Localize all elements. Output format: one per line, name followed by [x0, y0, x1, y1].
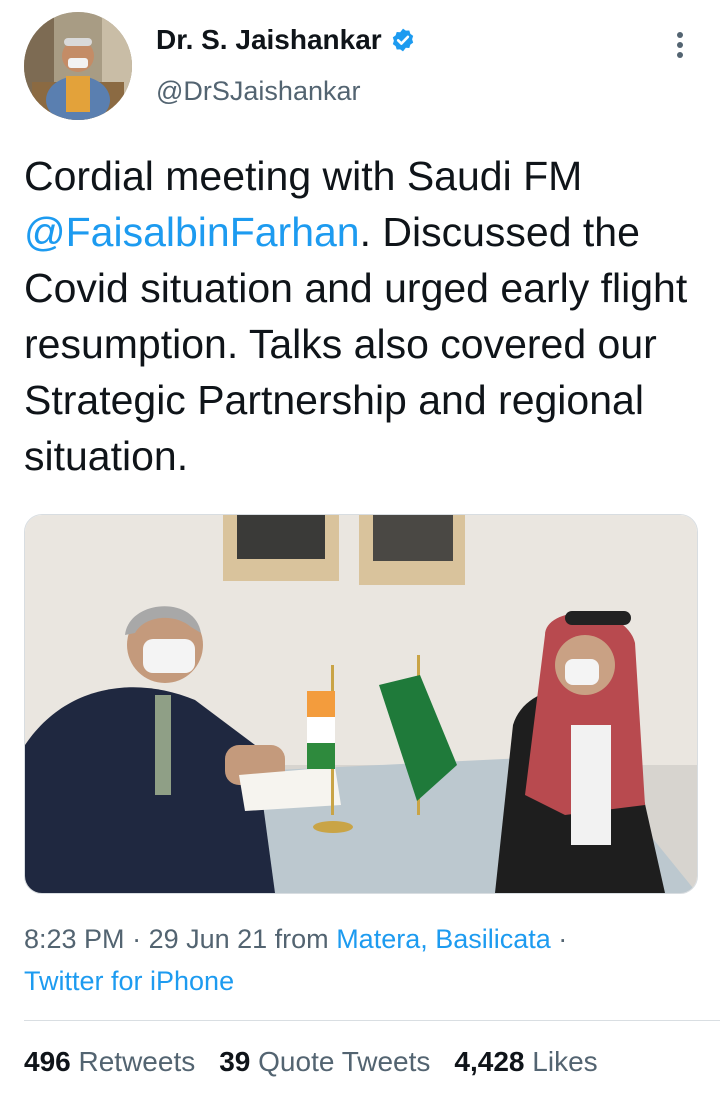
more-options-icon[interactable] — [668, 28, 692, 62]
quote-tweets-label: Quote Tweets — [258, 1046, 431, 1077]
tweet-date[interactable]: 29 Jun 21 — [149, 924, 268, 954]
tweet-text-start: Cordial meeting with Saudi FM — [24, 153, 583, 199]
retweets-count: 496 — [24, 1046, 71, 1077]
verified-badge-icon — [392, 28, 413, 52]
avatar[interactable] — [24, 12, 132, 120]
tweet-meta: 8:23 PM · 29 Jun 21 from Matera, Basilic… — [24, 918, 704, 1002]
retweets-stat[interactable]: 496 Retweets — [24, 1046, 195, 1077]
meta-separator: · — [550, 924, 568, 954]
author-handle[interactable]: @DrSJaishankar — [156, 76, 360, 107]
meeting-photo — [25, 515, 697, 893]
meta-from: from — [267, 924, 337, 954]
retweets-label: Retweets — [78, 1046, 196, 1077]
author-row: Dr. S. Jaishankar — [156, 24, 416, 56]
avatar-image — [24, 12, 132, 120]
location-link[interactable]: Matera, Basilicata — [336, 924, 551, 954]
likes-stat[interactable]: 4,428 Likes — [454, 1046, 597, 1077]
tweet-stats: 496 Retweets 39 Quote Tweets 4,428 Likes — [24, 1046, 622, 1078]
quote-tweets-count: 39 — [219, 1046, 251, 1077]
meta-separator: · — [124, 924, 149, 954]
divider — [24, 1020, 720, 1021]
tweet-time[interactable]: 8:23 PM — [24, 924, 125, 954]
likes-count: 4,428 — [454, 1046, 525, 1077]
tweet-photo[interactable] — [24, 514, 698, 894]
author-name[interactable]: Dr. S. Jaishankar — [156, 24, 382, 56]
mention-link[interactable]: @FaisalbinFarhan — [24, 209, 360, 255]
tweet-text: Cordial meeting with Saudi FM @Faisalbin… — [24, 148, 704, 484]
client-link[interactable]: Twitter for iPhone — [24, 966, 234, 996]
likes-label: Likes — [532, 1046, 598, 1077]
quote-tweets-stat[interactable]: 39 Quote Tweets — [219, 1046, 430, 1077]
